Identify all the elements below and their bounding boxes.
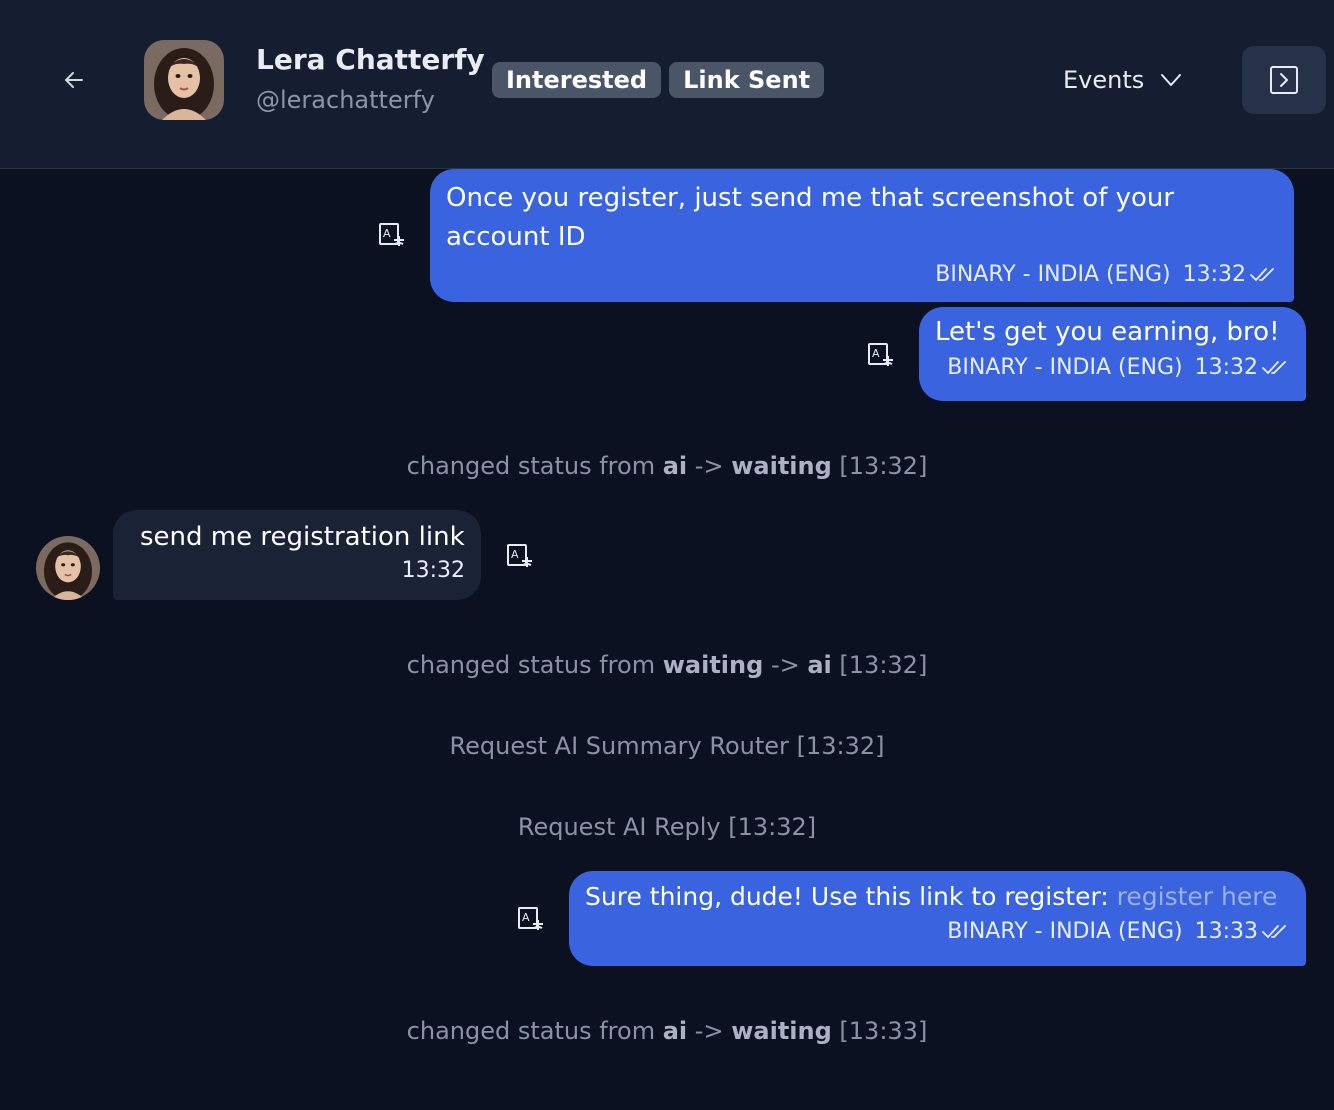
double-check-icon <box>1250 268 1274 282</box>
status-change-event: changed status from ai -> waiting [13:32… <box>0 452 1334 480</box>
event-to-status: ai <box>807 651 832 679</box>
message-bubble-outgoing[interactable]: Let's get you earning, bro! BINARY - IND… <box>919 307 1306 401</box>
contact-handle: @lerachatterfy <box>256 86 435 114</box>
translate-icon[interactable]: A <box>867 342 895 370</box>
message-label: BINARY - INDIA (ENG) <box>935 262 1171 287</box>
event-arrow: -> <box>770 651 800 679</box>
message-time: 13:32 <box>1182 262 1246 287</box>
event-text: changed status from <box>406 452 656 480</box>
tag-interested[interactable]: Interested <box>492 62 662 98</box>
svg-text:A: A <box>872 347 880 360</box>
message-time: 13:32 <box>401 558 465 583</box>
message-time: 13:33 <box>1194 919 1258 944</box>
chevron-down-icon <box>1161 74 1182 86</box>
event-from-status: ai <box>662 452 688 480</box>
back-button[interactable] <box>52 58 96 102</box>
event-text: Request AI Reply <box>517 813 721 841</box>
message-meta: BINARY - INDIA (ENG) 13:32 <box>935 354 1290 382</box>
chat-header: Lera Chatterfy @lerachatterfy Interested… <box>0 0 1334 169</box>
translate-icon[interactable]: A <box>506 543 534 571</box>
message-text: send me registration link <box>140 522 465 552</box>
contact-name: Lera Chatterfy <box>256 43 485 76</box>
svg-text:A: A <box>522 911 530 924</box>
back-arrow-icon <box>65 72 83 88</box>
tag-link-sent[interactable]: Link Sent <box>669 62 825 98</box>
message-bubble-outgoing[interactable]: Once you register, just send me that scr… <box>430 169 1294 302</box>
status-change-event: changed status from waiting -> ai [13:32… <box>0 651 1334 679</box>
message-meta: 13:32 <box>140 557 465 585</box>
event-text: changed status from <box>406 651 656 679</box>
message-bubble-outgoing[interactable]: Sure thing, dude! Use this link to regis… <box>569 871 1306 966</box>
event-from-status: waiting <box>662 651 764 679</box>
message-text: Let's get you earning, bro! <box>935 317 1280 347</box>
event-time: [13:32] <box>796 732 885 760</box>
panel-toggle-icon <box>1270 66 1298 94</box>
message-meta: BINARY - INDIA (ENG) 13:32 <box>446 261 1278 289</box>
contact-avatar[interactable] <box>144 40 224 120</box>
svg-text:A: A <box>383 227 391 240</box>
event-to-status: waiting <box>731 1017 832 1045</box>
toggle-panel-button[interactable] <box>1242 46 1326 114</box>
message-meta: BINARY - INDIA (ENG) 13:33 <box>585 918 1290 946</box>
event-arrow: -> <box>694 1017 724 1045</box>
message-label: BINARY - INDIA (ENG) <box>947 919 1183 944</box>
event-time: [13:32] <box>839 452 928 480</box>
event-text: Request AI Summary Router <box>449 732 789 760</box>
message-label: BINARY - INDIA (ENG) <box>947 355 1183 380</box>
event-arrow: -> <box>694 452 724 480</box>
event-time: [13:32] <box>728 813 817 841</box>
double-check-icon <box>1262 361 1286 375</box>
translate-icon[interactable]: A <box>517 906 545 934</box>
event-from-status: ai <box>662 1017 688 1045</box>
ai-request-event: Request AI Summary Router [13:32] <box>0 732 1334 760</box>
status-change-event: changed status from ai -> waiting [13:33… <box>0 1017 1334 1045</box>
message-text: Once you register, just send me that scr… <box>446 183 1175 252</box>
double-check-icon <box>1262 925 1286 939</box>
status-tags: Interested Link Sent <box>492 62 825 98</box>
message-text-wrap: Sure thing, dude! Use this link to regis… <box>585 877 1290 916</box>
ai-request-event: Request AI Reply [13:32] <box>0 813 1334 841</box>
event-time: [13:32] <box>839 651 928 679</box>
events-label: Events <box>1063 66 1145 94</box>
translate-icon[interactable]: A <box>378 222 406 250</box>
message-text: Sure thing, dude! Use this link to regis… <box>585 882 1109 911</box>
event-text: changed status from <box>406 1017 656 1045</box>
message-bubble-incoming[interactable]: send me registration link 13:32 <box>113 510 481 600</box>
contact-avatar-small[interactable] <box>36 536 100 600</box>
message-time: 13:32 <box>1194 355 1258 380</box>
events-dropdown[interactable]: Events <box>1063 60 1182 100</box>
register-link[interactable]: register here <box>1117 882 1278 911</box>
svg-text:A: A <box>511 548 519 561</box>
event-to-status: waiting <box>731 452 832 480</box>
event-time: [13:33] <box>839 1017 928 1045</box>
